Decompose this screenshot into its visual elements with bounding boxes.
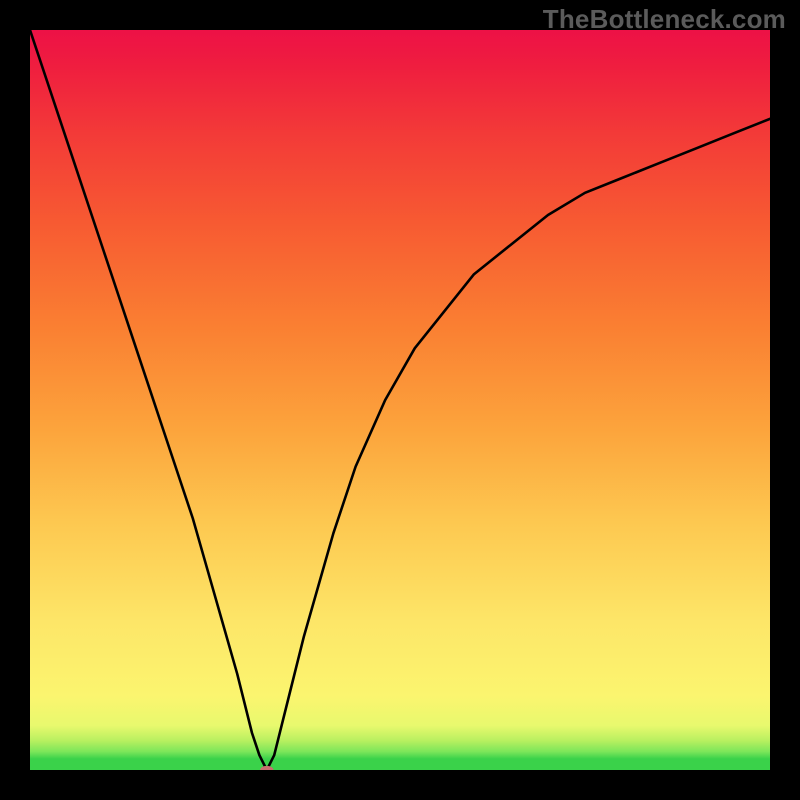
chart-container: TheBottleneck.com bbox=[0, 0, 800, 800]
watermark-text: TheBottleneck.com bbox=[543, 4, 786, 35]
heatmap-background bbox=[30, 30, 770, 770]
bottleneck-chart bbox=[30, 30, 770, 770]
